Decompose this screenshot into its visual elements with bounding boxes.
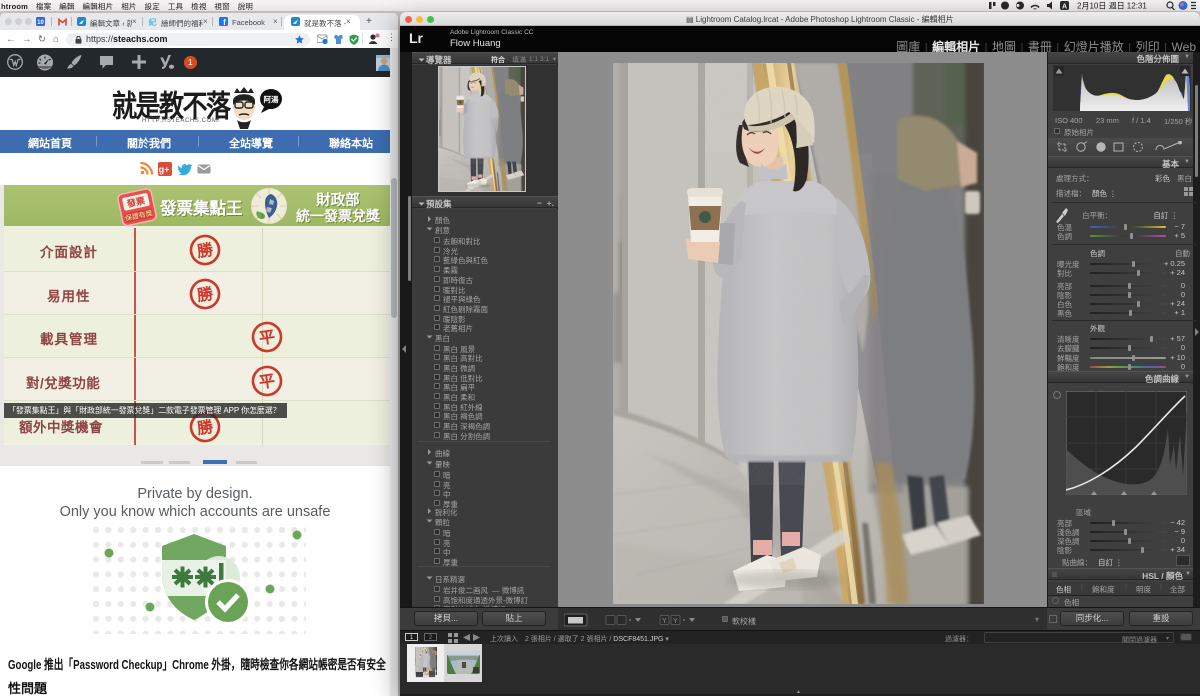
svg-text:平: 平	[258, 328, 276, 348]
svg-text:A: A	[1062, 4, 1067, 11]
svg-text:2月10日 週日 12:31: 2月10日 週日 12:31	[1077, 2, 1147, 11]
svg-text:阿湯: 阿湯	[264, 94, 279, 104]
svg-text:勝: 勝	[196, 240, 215, 261]
svg-text:g+: g+	[159, 165, 170, 175]
svg-text:平: 平	[258, 372, 276, 392]
svg-text:Y: Y	[662, 618, 667, 625]
svg-text:勝: 勝	[196, 417, 215, 438]
svg-text:勝: 勝	[196, 284, 215, 305]
svg-text:10: 10	[37, 20, 44, 26]
svg-text:紀: 紀	[149, 17, 157, 26]
svg-text:f: f	[223, 18, 226, 26]
svg-text:Y: Y	[673, 618, 678, 625]
